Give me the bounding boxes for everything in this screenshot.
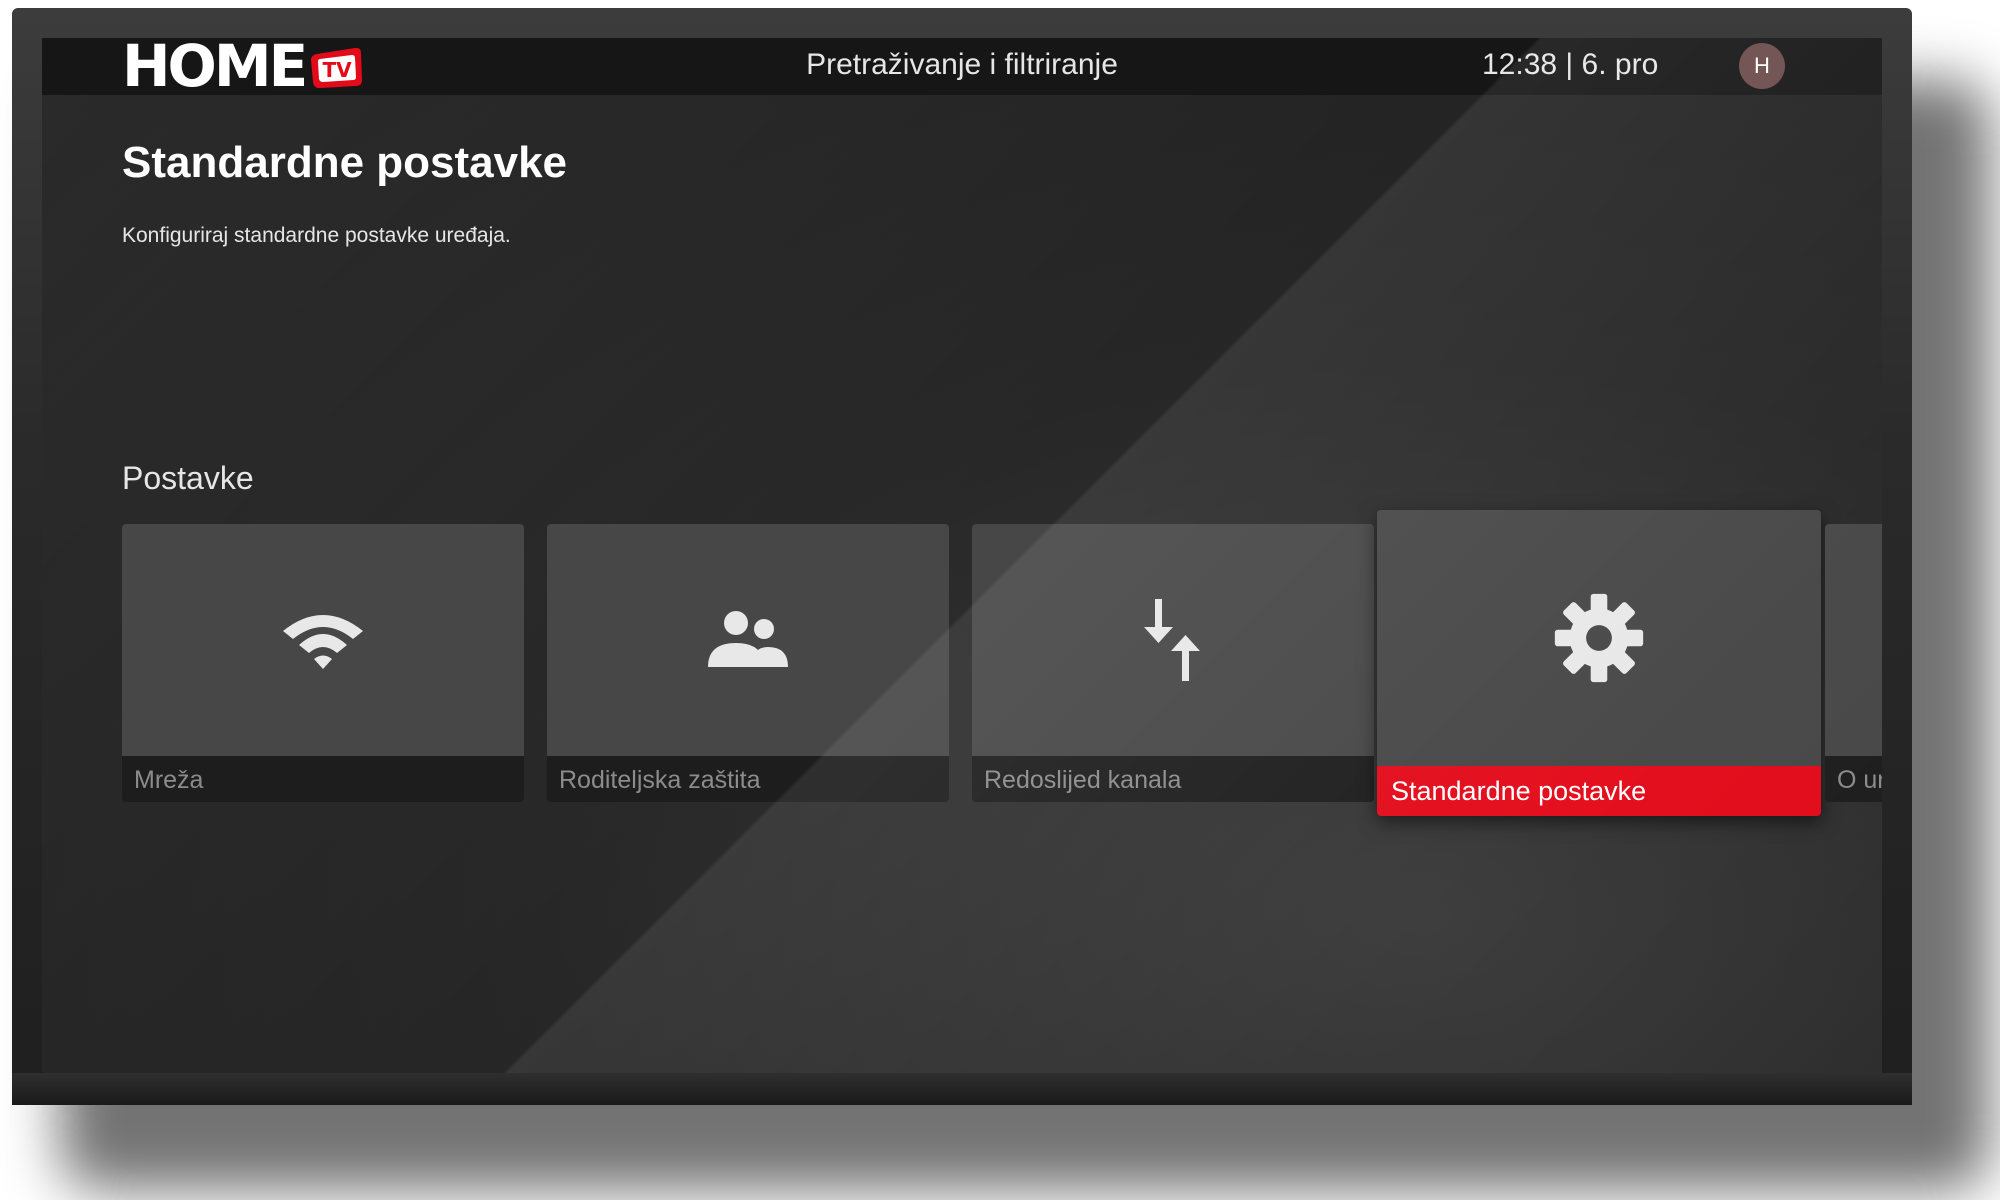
people-icon bbox=[708, 611, 788, 667]
tile-label: Mreža bbox=[134, 766, 204, 794]
tile-network[interactable]: Mreža bbox=[122, 524, 524, 802]
tile-label: Redoslijed kanala bbox=[984, 766, 1182, 794]
tile-art bbox=[122, 524, 524, 756]
tile-art bbox=[1825, 524, 1882, 756]
tv-bottom-bezel bbox=[12, 1073, 1912, 1105]
avatar[interactable]: H bbox=[1739, 43, 1785, 89]
tile-default-settings[interactable]: Standardne postavke bbox=[1377, 510, 1821, 816]
gear-icon bbox=[1554, 593, 1644, 683]
tile-art bbox=[547, 524, 949, 756]
tile-art bbox=[972, 524, 1374, 756]
tile-about-device[interactable]: O ur bbox=[1825, 524, 1882, 802]
top-bar: HOME TV Pretraživanje i filtriranje 12:3… bbox=[42, 38, 1882, 95]
tile-label: O ur bbox=[1837, 766, 1882, 794]
page-title: Standardne postavke bbox=[122, 138, 568, 187]
tile-channel-order[interactable]: Redoslijed kanala bbox=[972, 524, 1374, 802]
section-title: Postavke bbox=[122, 460, 254, 496]
sort-arrows-icon bbox=[1144, 599, 1200, 681]
tile-parental-control[interactable]: Roditeljska zaštita bbox=[547, 524, 949, 802]
page-subtitle: Konfiguriraj standardne postavke uređaja… bbox=[122, 224, 511, 247]
clock: 12:38 | 6. pro bbox=[1482, 48, 1659, 81]
tile-label: Roditeljska zaštita bbox=[559, 766, 761, 794]
wifi-icon bbox=[283, 615, 363, 669]
tv-screen: HOME TV Pretraživanje i filtriranje 12:3… bbox=[42, 38, 1882, 1073]
tile-label: Standardne postavke bbox=[1391, 776, 1647, 806]
tile-art bbox=[1377, 510, 1821, 766]
